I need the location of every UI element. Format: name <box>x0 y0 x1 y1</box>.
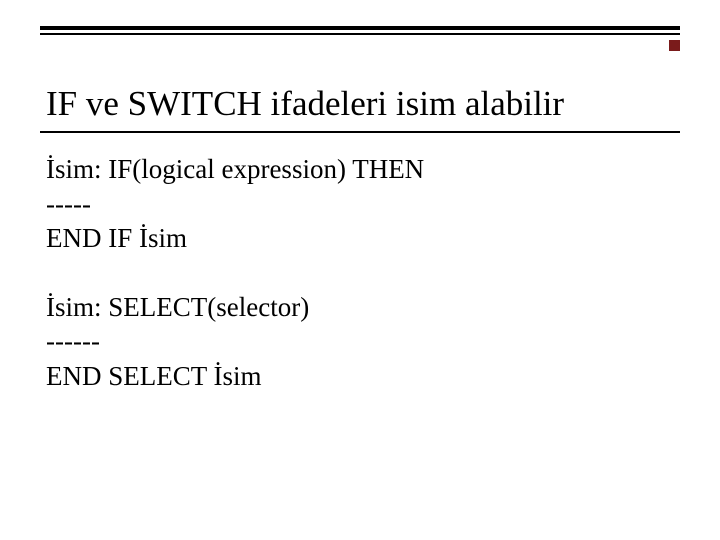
code-line: İsim: SELECT(selector) <box>46 290 674 325</box>
code-line: END IF İsim <box>46 221 674 256</box>
code-block-if: İsim: IF(logical expression) THEN ----- … <box>46 152 674 256</box>
code-line: ------ <box>46 324 674 359</box>
code-line: END SELECT İsim <box>46 359 674 394</box>
title-underline <box>40 131 680 133</box>
title-wrap: IF ve SWITCH ifadeleri isim alabilir <box>46 86 564 125</box>
page-title: IF ve SWITCH ifadeleri isim alabilir <box>46 86 564 125</box>
top-rule <box>40 26 680 35</box>
body-text: İsim: IF(logical expression) THEN ----- … <box>46 152 674 393</box>
code-line: İsim: IF(logical expression) THEN <box>46 152 674 187</box>
accent-square-icon <box>669 40 680 51</box>
slide: IF ve SWITCH ifadeleri isim alabilir İsi… <box>0 0 720 540</box>
code-line: ----- <box>46 187 674 222</box>
rule-thin <box>40 33 680 35</box>
rule-thick <box>40 26 680 30</box>
code-block-select: İsim: SELECT(selector) ------ END SELECT… <box>46 290 674 394</box>
